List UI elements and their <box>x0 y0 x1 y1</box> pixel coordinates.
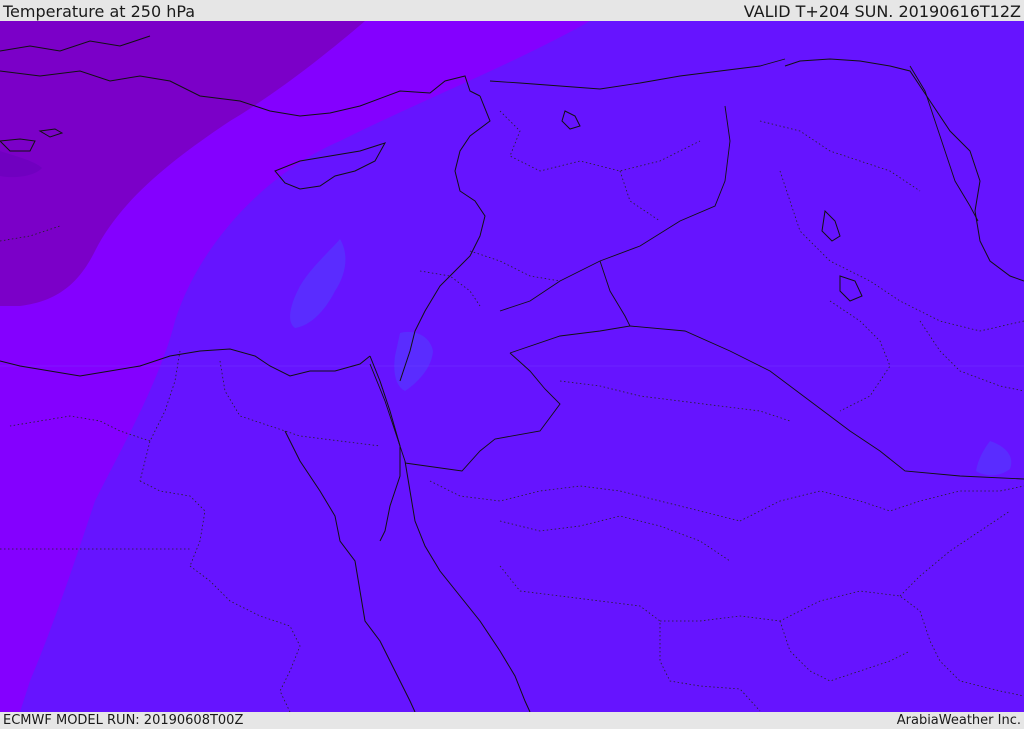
weather-map[interactable] <box>0 21 1024 712</box>
valid-time: VALID T+204 SUN. 20190616T12Z <box>743 2 1021 21</box>
credit: ArabiaWeather Inc. <box>896 713 1021 728</box>
model-run: ECMWF MODEL RUN: 20190608T00Z <box>3 713 244 728</box>
header-bar: Temperature at 250 hPa VALID T+204 SUN. … <box>0 0 1024 21</box>
map-title: Temperature at 250 hPa <box>3 2 196 21</box>
footer-bar: ECMWF MODEL RUN: 20190608T00Z ArabiaWeat… <box>0 712 1024 729</box>
